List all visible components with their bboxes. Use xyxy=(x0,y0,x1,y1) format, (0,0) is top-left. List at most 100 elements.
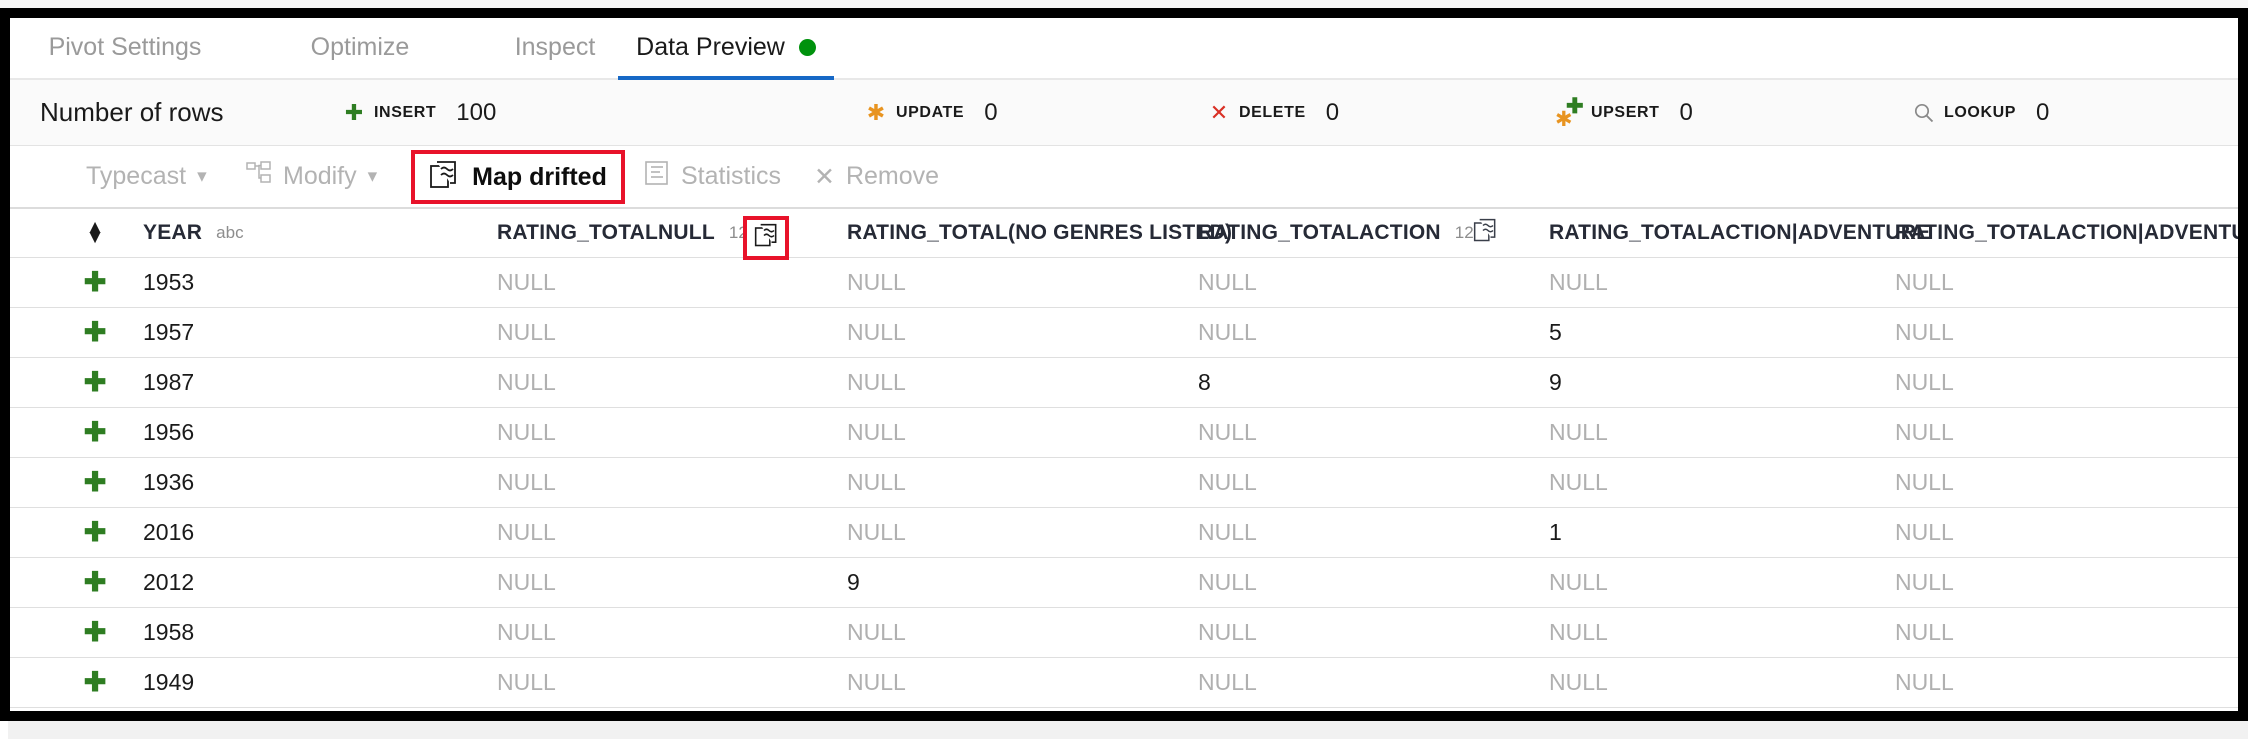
cell-value: NULL xyxy=(1895,519,1954,545)
cell-value: 9 xyxy=(847,569,860,595)
table-row[interactable]: ✚ 1953 NULL NULL NULL NULL NULL xyxy=(10,258,2238,308)
cell-year[interactable]: 1953 xyxy=(143,258,194,307)
cell-year[interactable]: 1956 xyxy=(143,408,194,457)
cell-3[interactable]: NULL xyxy=(847,608,906,657)
cell-year[interactable]: 2016 xyxy=(143,508,194,557)
cell-year[interactable]: 2012 xyxy=(143,558,194,607)
cell-value: 2016 xyxy=(143,519,195,545)
cell-3[interactable]: NULL xyxy=(847,658,906,707)
map-drifted-button[interactable]: Map drifted xyxy=(411,150,625,204)
cross-icon: ✕ xyxy=(1209,99,1229,125)
table-row[interactable]: ✚ 1936 NULL NULL NULL NULL NULL xyxy=(10,458,2238,508)
remove-label: Remove xyxy=(845,162,940,190)
cell-2[interactable]: NULL xyxy=(497,308,556,357)
table-row[interactable]: ✚ 2016 NULL NULL NULL 1 NULL xyxy=(10,508,2238,558)
cell-2[interactable]: NULL xyxy=(497,608,556,657)
frame-border-top xyxy=(0,8,2248,18)
table-row[interactable]: ✚ 1957 NULL NULL NULL 5 NULL xyxy=(10,308,2238,358)
cell-year[interactable]: 1936 xyxy=(143,458,194,507)
cell-4[interactable]: NULL xyxy=(1198,508,1257,557)
typecast-button[interactable]: Typecast ▾ xyxy=(82,162,211,191)
table-row[interactable]: ✚ 1949 NULL NULL NULL NULL NULL xyxy=(10,658,2238,708)
cell-2[interactable]: NULL xyxy=(497,358,556,407)
cell-6[interactable]: NULL xyxy=(1895,408,1954,457)
cell-4[interactable]: NULL xyxy=(1198,458,1257,507)
cell-4[interactable]: NULL xyxy=(1198,658,1257,707)
cell-4[interactable]: NULL xyxy=(1198,558,1257,607)
column-header-rating-totalaction-adventure-animation[interactable]: RATING_TOTALACTION|ADVENTURE|A xyxy=(1895,209,2238,257)
tab-data-preview[interactable]: Data Preview xyxy=(618,18,834,80)
column-header-rating-total-no-genres-listed[interactable]: RATING_TOTAL(NO GENRES LISTED) xyxy=(847,209,1232,257)
cell-2[interactable]: NULL xyxy=(497,408,556,457)
column-map-drifted-button-rating-totalnull[interactable] xyxy=(743,216,789,260)
cell-6[interactable]: NULL xyxy=(1895,458,1954,507)
add-row-button[interactable]: ✚ xyxy=(70,358,120,407)
column-header-year[interactable]: YEAR abc xyxy=(143,209,244,257)
cell-year[interactable]: 1949 xyxy=(143,658,194,707)
cell-5[interactable]: NULL xyxy=(1549,608,1608,657)
cell-6[interactable]: NULL xyxy=(1895,608,1954,657)
cell-4[interactable]: NULL xyxy=(1198,608,1257,657)
cell-5[interactable]: 9 xyxy=(1549,358,1562,407)
cell-6[interactable]: NULL xyxy=(1895,508,1954,557)
cell-6[interactable]: NULL xyxy=(1895,358,1954,407)
cell-4[interactable]: NULL xyxy=(1198,258,1257,307)
cell-2[interactable]: NULL xyxy=(497,258,556,307)
tab-optimize[interactable]: Optimize xyxy=(260,18,460,78)
column-header-rating-totalaction[interactable]: RATING_TOTALACTION 12ǀ xyxy=(1198,209,1478,257)
statistics-button[interactable]: Statistics xyxy=(640,160,785,193)
table-body: ✚ 1953 NULL NULL NULL NULL NULL ✚ 1957 NULL NULL NU… xyxy=(10,258,2238,708)
add-row-button[interactable]: ✚ xyxy=(70,308,120,357)
cell-5[interactable]: NULL xyxy=(1549,408,1608,457)
table-row[interactable]: ✚ 2012 NULL 9 NULL NULL NULL xyxy=(10,558,2238,608)
add-row-button[interactable]: ✚ xyxy=(70,258,120,307)
cell-3[interactable]: NULL xyxy=(847,258,906,307)
map-drifted-icon xyxy=(754,223,779,253)
cell-6[interactable]: NULL xyxy=(1895,258,1954,307)
cell-6[interactable]: NULL xyxy=(1895,658,1954,707)
cell-3[interactable]: NULL xyxy=(847,458,906,507)
cell-3[interactable]: NULL xyxy=(847,308,906,357)
table-header-row: ▲ ▼ YEAR abc RATING_TOTALNULL 12ǀ RATING… xyxy=(10,209,2238,260)
cell-3[interactable]: NULL xyxy=(847,508,906,557)
cell-5[interactable]: 5 xyxy=(1549,308,1562,357)
remove-button[interactable]: ✕ Remove xyxy=(810,162,943,192)
cell-5[interactable]: NULL xyxy=(1549,458,1608,507)
cell-2[interactable]: NULL xyxy=(497,558,556,607)
table-row[interactable]: ✚ 1958 NULL NULL NULL NULL NULL xyxy=(10,608,2238,658)
cell-5[interactable]: NULL xyxy=(1549,558,1608,607)
column-header-rating-totalnull[interactable]: RATING_TOTALNULL 12ǀ xyxy=(497,209,752,257)
cell-4[interactable]: NULL xyxy=(1198,408,1257,457)
cell-6[interactable]: NULL xyxy=(1895,308,1954,357)
cell-2[interactable]: NULL xyxy=(497,458,556,507)
cell-4[interactable]: NULL xyxy=(1198,308,1257,357)
add-row-button[interactable]: ✚ xyxy=(70,658,120,707)
cell-5[interactable]: NULL xyxy=(1549,258,1608,307)
cell-year[interactable]: 1987 xyxy=(143,358,194,407)
cell-4[interactable]: 8 xyxy=(1198,358,1211,407)
table-row[interactable]: ✚ 1956 NULL NULL NULL NULL NULL xyxy=(10,408,2238,458)
add-row-button[interactable]: ✚ xyxy=(70,508,120,557)
cell-3[interactable]: NULL xyxy=(847,358,906,407)
column-map-drifted-button-rating-totalaction[interactable] xyxy=(1465,209,1505,257)
cell-2[interactable]: NULL xyxy=(497,658,556,707)
frame-border-right xyxy=(2238,8,2248,721)
add-row-button[interactable]: ✚ xyxy=(70,608,120,657)
add-row-button[interactable]: ✚ xyxy=(70,408,120,457)
cell-3[interactable]: 9 xyxy=(847,558,860,607)
column-header-rating-totalaction-adventure[interactable]: RATING_TOTALACTION|ADVENTURE xyxy=(1549,209,1930,257)
modify-button[interactable]: Modify ▾ xyxy=(242,161,381,192)
sort-updown-icon[interactable]: ▲ ▼ xyxy=(70,209,120,257)
add-row-button[interactable]: ✚ xyxy=(70,558,120,607)
table-row[interactable]: ✚ 1987 NULL NULL 8 9 NULL xyxy=(10,358,2238,408)
cell-6[interactable]: NULL xyxy=(1895,558,1954,607)
cell-2[interactable]: NULL xyxy=(497,508,556,557)
cell-year[interactable]: 1957 xyxy=(143,308,194,357)
cell-value: NULL xyxy=(847,419,906,445)
cell-3[interactable]: NULL xyxy=(847,408,906,457)
add-row-button[interactable]: ✚ xyxy=(70,458,120,507)
cell-year[interactable]: 1958 xyxy=(143,608,194,657)
cell-5[interactable]: 1 xyxy=(1549,508,1562,557)
tab-pivot-settings[interactable]: Pivot Settings xyxy=(10,18,240,78)
cell-5[interactable]: NULL xyxy=(1549,658,1608,707)
